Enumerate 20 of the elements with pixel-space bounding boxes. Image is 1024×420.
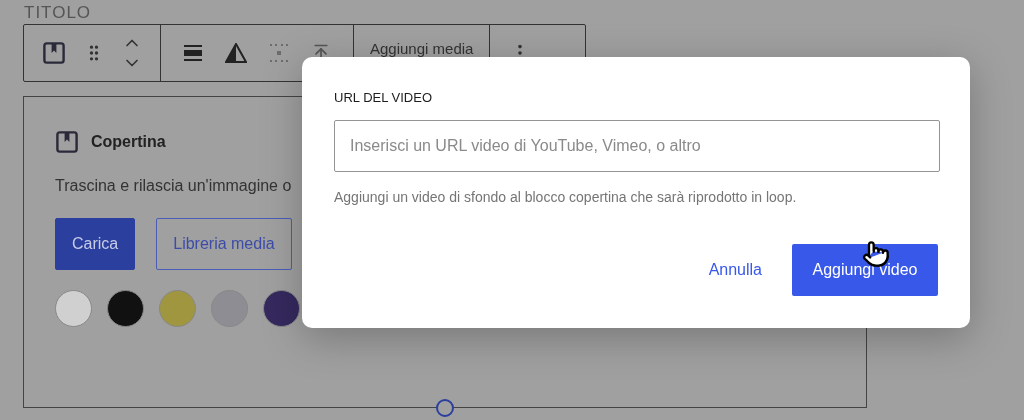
field-label: URL DEL VIDEO (334, 90, 433, 106)
contrast-triangle-icon[interactable] (225, 43, 247, 63)
color-swatch[interactable] (211, 290, 248, 327)
help-text: Aggiungi un video di sfondo al blocco copertina che sarà riprodotto in loop. (334, 188, 798, 207)
resize-handle[interactable] (436, 399, 454, 417)
upload-button[interactable]: Carica (55, 218, 136, 270)
cover-icon (42, 41, 66, 65)
block-title: Copertina (91, 132, 166, 152)
block-label: TITOLO (23, 3, 93, 23)
cover-icon (55, 130, 79, 154)
color-swatch[interactable] (55, 290, 92, 327)
video-url-input[interactable]: Inserisci un URL video di YouTube, Vimeo, o altro (334, 120, 940, 172)
cancel-button[interactable]: Annulla (692, 244, 778, 296)
add-video-button[interactable]: Aggiungi video (792, 244, 938, 296)
color-swatch[interactable] (159, 290, 196, 327)
color-swatch[interactable] (263, 290, 300, 327)
color-swatch[interactable] (107, 290, 144, 327)
align-icon[interactable] (183, 43, 203, 63)
media-library-button[interactable]: Libreria media (156, 218, 292, 270)
instructions-text: Trascina e rilascia un'immagine o (55, 176, 292, 196)
